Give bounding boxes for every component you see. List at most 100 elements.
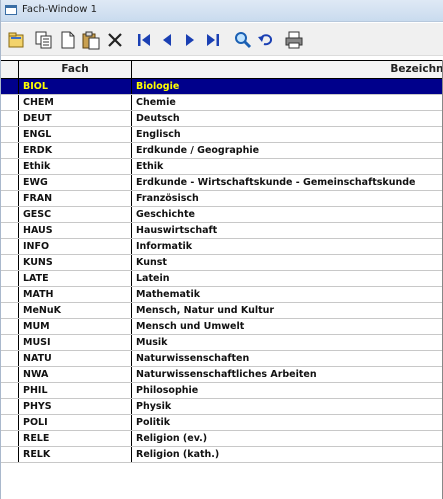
new-record-icon[interactable] xyxy=(58,30,78,50)
row-selector[interactable] xyxy=(1,399,19,414)
cell-bezeichnung[interactable]: Religion (kath.) xyxy=(136,447,443,462)
column-header-bezeichnung[interactable]: Bezeichnung xyxy=(132,61,443,78)
cell-fach[interactable]: POLI xyxy=(23,415,132,430)
cell-bezeichnung[interactable]: Mensch, Natur und Kultur xyxy=(136,303,443,318)
row-selector[interactable] xyxy=(1,431,19,446)
table-row[interactable]: KUNS Kunst xyxy=(1,255,443,271)
cell-bezeichnung[interactable]: Deutsch xyxy=(136,111,443,126)
table-row[interactable]: BIOL Biologie xyxy=(1,79,443,95)
cell-fach[interactable]: EWG xyxy=(23,175,132,190)
row-selector[interactable] xyxy=(1,255,19,270)
previous-record-icon[interactable] xyxy=(157,30,177,50)
table-row[interactable]: FRAN Französisch xyxy=(1,191,443,207)
row-selector[interactable] xyxy=(1,351,19,366)
cell-fach[interactable]: ERDK xyxy=(23,143,132,158)
cell-fach[interactable]: MUSI xyxy=(23,335,132,350)
row-selector[interactable] xyxy=(1,111,19,126)
row-selector[interactable] xyxy=(1,367,19,382)
cell-bezeichnung[interactable]: Informatik xyxy=(136,239,443,254)
table-row[interactable]: EWG Erdkunde - Wirtschaftskunde - Gemeins… xyxy=(1,175,443,191)
row-selector[interactable] xyxy=(1,143,19,158)
table-row[interactable]: POLI Politik xyxy=(1,415,443,431)
cell-fach[interactable]: BIOL xyxy=(23,79,132,94)
table-row[interactable]: RELE Religion (ev.) xyxy=(1,431,443,447)
row-selector[interactable] xyxy=(1,79,19,94)
row-selector[interactable] xyxy=(1,319,19,334)
cell-bezeichnung[interactable]: Religion (ev.) xyxy=(136,431,443,446)
row-selector[interactable] xyxy=(1,127,19,142)
row-selector[interactable] xyxy=(1,191,19,206)
search-icon[interactable] xyxy=(233,30,253,50)
table-row[interactable]: PHIL Philosophie xyxy=(1,383,443,399)
row-selector[interactable] xyxy=(1,303,19,318)
title-bar[interactable]: Fach-Window 1 xyxy=(1,0,443,22)
table-row[interactable]: HAUS Hauswirtschaft xyxy=(1,223,443,239)
cell-bezeichnung[interactable]: Mathematik xyxy=(136,287,443,302)
cell-bezeichnung[interactable]: Naturwissenschaftliches Arbeiten xyxy=(136,367,443,382)
copy-record-icon[interactable] xyxy=(34,30,54,50)
row-selector[interactable] xyxy=(1,271,19,286)
first-record-icon[interactable] xyxy=(134,30,154,50)
cell-fach[interactable]: DEUT xyxy=(23,111,132,126)
open-record-icon[interactable] xyxy=(7,30,27,50)
cell-fach[interactable]: INFO xyxy=(23,239,132,254)
table-row[interactable]: MATH Mathematik xyxy=(1,287,443,303)
row-selector[interactable] xyxy=(1,223,19,238)
table-row[interactable]: NWA Naturwissenschaftliches Arbeiten xyxy=(1,367,443,383)
table-row[interactable]: DEUT Deutsch xyxy=(1,111,443,127)
table-row[interactable]: ERDK Erdkunde / Geographie xyxy=(1,143,443,159)
next-record-icon[interactable] xyxy=(180,30,200,50)
table-row[interactable]: MUM Mensch und Umwelt xyxy=(1,319,443,335)
cell-bezeichnung[interactable]: Chemie xyxy=(136,95,443,110)
cell-fach[interactable]: ENGL xyxy=(23,127,132,142)
cell-fach[interactable]: MATH xyxy=(23,287,132,302)
cell-fach[interactable]: KUNS xyxy=(23,255,132,270)
cell-bezeichnung[interactable]: Politik xyxy=(136,415,443,430)
cell-bezeichnung[interactable]: Ethik xyxy=(136,159,443,174)
cell-fach[interactable]: PHYS xyxy=(23,399,132,414)
column-header-fach[interactable]: Fach xyxy=(19,61,132,78)
cell-bezeichnung[interactable]: Latein xyxy=(136,271,443,286)
paste-record-icon[interactable] xyxy=(81,30,101,50)
row-selector[interactable] xyxy=(1,383,19,398)
last-record-icon[interactable] xyxy=(203,30,223,50)
header-row-selector[interactable] xyxy=(1,61,19,78)
table-row[interactable]: ENGL Englisch xyxy=(1,127,443,143)
cell-fach[interactable]: CHEM xyxy=(23,95,132,110)
cell-fach[interactable]: NATU xyxy=(23,351,132,366)
table-row[interactable]: MeNuK Mensch, Natur und Kultur xyxy=(1,303,443,319)
cell-bezeichnung[interactable]: Hauswirtschaft xyxy=(136,223,443,238)
cell-fach[interactable]: RELE xyxy=(23,431,132,446)
cell-bezeichnung[interactable]: Geschichte xyxy=(136,207,443,222)
cell-bezeichnung[interactable]: Erdkunde / Geographie xyxy=(136,143,443,158)
row-selector[interactable] xyxy=(1,159,19,174)
table-row[interactable]: Ethik Ethik xyxy=(1,159,443,175)
cell-bezeichnung[interactable]: Physik xyxy=(136,399,443,414)
row-selector[interactable] xyxy=(1,447,19,462)
cell-bezeichnung[interactable]: Erdkunde - Wirtschaftskunde - Gemeinscha… xyxy=(136,175,443,190)
table-row[interactable]: LATE Latein xyxy=(1,271,443,287)
table-row[interactable]: NATU Naturwissenschaften xyxy=(1,351,443,367)
row-selector[interactable] xyxy=(1,207,19,222)
delete-record-icon[interactable] xyxy=(105,30,125,50)
table-row[interactable]: RELK Religion (kath.) xyxy=(1,447,443,463)
cell-fach[interactable]: RELK xyxy=(23,447,132,462)
cell-fach[interactable]: NWA xyxy=(23,367,132,382)
cell-bezeichnung[interactable]: Philosophie xyxy=(136,383,443,398)
cell-fach[interactable]: LATE xyxy=(23,271,132,286)
table-row[interactable]: INFO Informatik xyxy=(1,239,443,255)
cell-fach[interactable]: GESC xyxy=(23,207,132,222)
table-row[interactable]: MUSI Musik xyxy=(1,335,443,351)
cell-bezeichnung[interactable]: Französisch xyxy=(136,191,443,206)
cell-bezeichnung[interactable]: Biologie xyxy=(136,79,443,94)
row-selector[interactable] xyxy=(1,239,19,254)
undo-icon[interactable] xyxy=(256,30,276,50)
cell-fach[interactable]: Ethik xyxy=(23,159,132,174)
row-selector[interactable] xyxy=(1,287,19,302)
row-selector[interactable] xyxy=(1,175,19,190)
row-selector[interactable] xyxy=(1,335,19,350)
cell-fach[interactable]: MUM xyxy=(23,319,132,334)
cell-bezeichnung[interactable]: Kunst xyxy=(136,255,443,270)
print-icon[interactable] xyxy=(284,30,304,50)
table-row[interactable]: GESC Geschichte xyxy=(1,207,443,223)
